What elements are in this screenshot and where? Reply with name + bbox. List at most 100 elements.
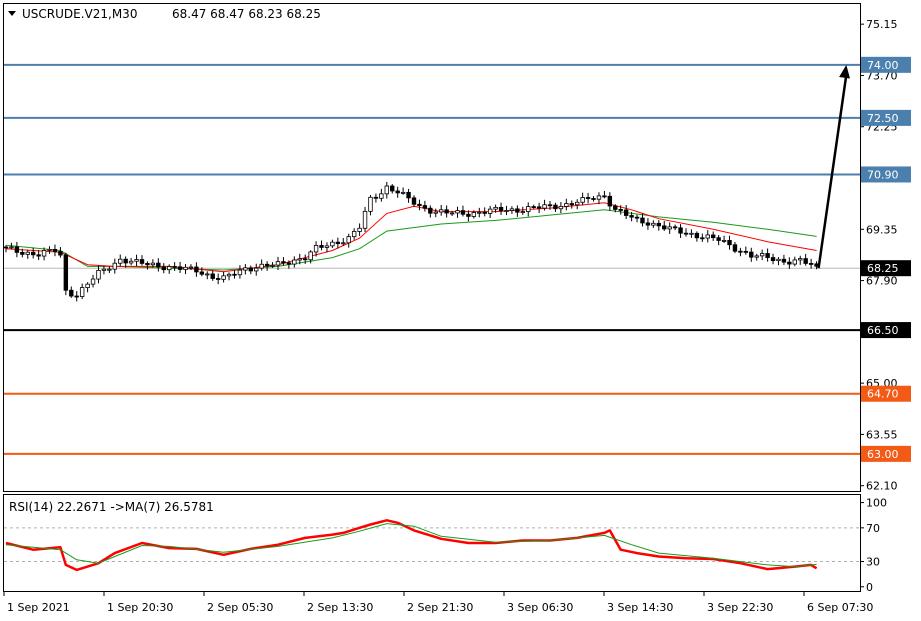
- time-tick-label: 6 Sep 07:30: [807, 601, 873, 614]
- candle-body: [542, 204, 547, 209]
- candle-body: [341, 242, 346, 245]
- candle-body: [629, 215, 634, 218]
- candle-body: [210, 273, 215, 279]
- candle-body: [243, 267, 248, 271]
- candle-body: [536, 206, 542, 209]
- current-price-label: 68.25: [867, 262, 899, 275]
- candle-body: [792, 259, 797, 265]
- rsi-title: RSI(14) 22.2671 ->MA(7) 26.5781: [9, 500, 214, 514]
- candle-body: [221, 275, 226, 280]
- candle-body: [498, 206, 504, 212]
- candle-body: [25, 251, 30, 255]
- candle-body: [477, 211, 482, 214]
- candle-body: [308, 251, 313, 261]
- candle-body: [678, 227, 683, 234]
- level-label-72.50: 72.50: [867, 112, 899, 125]
- candle-body: [493, 206, 498, 210]
- time-tick-label: 1 Sep 20:30: [107, 601, 173, 614]
- candle-body: [591, 198, 596, 200]
- candle-body: [357, 227, 362, 232]
- candle-body: [330, 241, 335, 247]
- candle-body: [656, 222, 661, 227]
- candle-body: [254, 267, 259, 272]
- level-label-63.00: 63.00: [867, 448, 899, 461]
- forecast-arrow: [817, 64, 851, 269]
- time-tick-label: 3 Sep 22:30: [707, 601, 773, 614]
- candle-body: [526, 206, 531, 212]
- candle-body: [433, 211, 438, 214]
- candle-body: [482, 211, 487, 214]
- candle-body: [455, 210, 460, 214]
- rsi-tick-label: 100: [866, 497, 887, 510]
- candle-body: [346, 236, 351, 244]
- candle-body: [547, 204, 553, 207]
- candle-body: [422, 205, 428, 209]
- time-tick-label: 3 Sep 06:30: [507, 601, 573, 614]
- candle-body: [139, 259, 145, 264]
- candle-body: [232, 273, 237, 276]
- candle-body: [460, 210, 466, 215]
- candle-body: [302, 258, 308, 261]
- candle-body: [134, 259, 139, 262]
- candle-body: [41, 250, 47, 257]
- candle-body: [689, 232, 694, 235]
- candle-body: [281, 261, 286, 264]
- forecast-arrow-head: [839, 64, 851, 79]
- candle-body: [183, 266, 188, 270]
- candle-body: [683, 232, 689, 235]
- candle-body: [602, 195, 607, 198]
- level-label-64.70: 64.70: [867, 388, 899, 401]
- candle-body: [607, 195, 613, 207]
- price-tick-label: 69.35: [866, 223, 898, 236]
- candle-body: [30, 251, 36, 256]
- candle-body: [118, 258, 123, 264]
- candle-body: [662, 225, 667, 230]
- main-chart-frame: [3, 3, 861, 492]
- candle-body: [727, 240, 732, 246]
- forecast-arrow-shaft: [817, 74, 848, 269]
- price-tick-label: 75.15: [866, 18, 898, 31]
- candle-body: [90, 278, 96, 285]
- candle-body: [618, 209, 623, 211]
- candle-body: [362, 210, 368, 229]
- candle-body: [738, 250, 743, 253]
- time-tick-label: 2 Sep 21:30: [407, 601, 473, 614]
- candle-body: [107, 268, 112, 271]
- candle-body: [384, 185, 389, 195]
- time-tick-label: 1 Sep 2021: [7, 601, 70, 614]
- candle-body: [580, 197, 585, 203]
- candle-body: [776, 258, 781, 262]
- candle-body: [248, 267, 253, 272]
- candle-body: [215, 278, 221, 280]
- candle-body: [128, 260, 134, 264]
- candle-body: [471, 212, 477, 217]
- candle-body: [596, 195, 602, 200]
- candle-body: [808, 263, 814, 265]
- candle-body: [765, 253, 770, 258]
- candle-body: [292, 259, 297, 265]
- level-label-74.00: 74.00: [867, 59, 899, 72]
- candle-body: [85, 283, 90, 288]
- candle-body: [335, 241, 341, 245]
- candle-body: [749, 251, 754, 258]
- candle-body: [400, 191, 406, 194]
- candle-body: [3, 246, 9, 249]
- candle-body: [390, 185, 395, 192]
- candle-body: [275, 261, 281, 266]
- candle-body: [613, 205, 618, 210]
- candle-body: [406, 191, 411, 199]
- candle-body: [264, 263, 270, 267]
- candle-body: [14, 246, 20, 253]
- symbol-dropdown-icon[interactable]: [8, 11, 16, 16]
- candle-body: [205, 273, 210, 276]
- candle-body: [711, 234, 716, 239]
- candle-body: [694, 232, 700, 239]
- candle-body: [156, 262, 161, 268]
- candle-body: [428, 207, 433, 214]
- candle-body: [9, 246, 14, 249]
- candle-body: [194, 266, 199, 273]
- candle-body: [58, 251, 63, 256]
- rsi-tick-label: 30: [866, 556, 880, 569]
- candle-body: [36, 254, 41, 257]
- level-label-70.90: 70.90: [867, 168, 899, 181]
